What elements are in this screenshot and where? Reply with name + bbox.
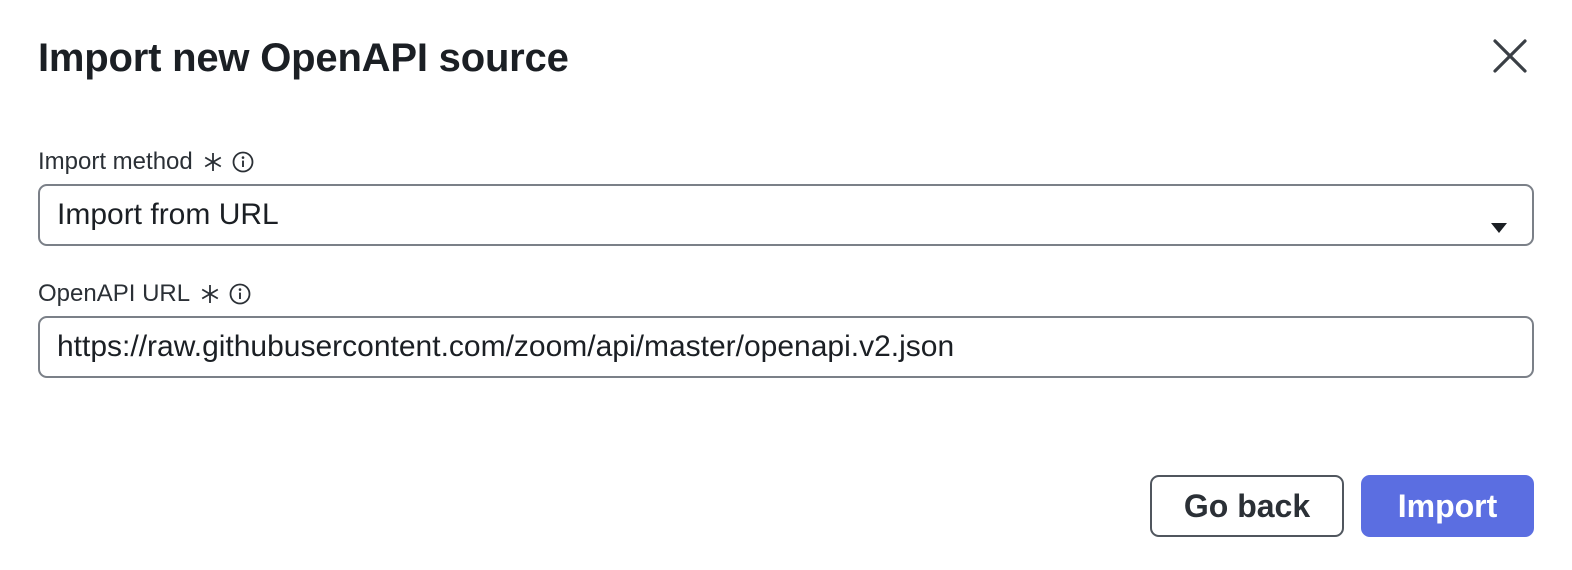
import-method-label: Import method — [38, 148, 193, 175]
close-button[interactable] — [1488, 36, 1532, 80]
info-icon[interactable] — [229, 283, 251, 305]
openapi-url-label: OpenAPI URL — [38, 280, 191, 307]
import-method-select[interactable]: Import from URL — [38, 184, 1534, 246]
go-back-button[interactable]: Go back — [1150, 475, 1344, 537]
caret-down-icon — [1490, 208, 1508, 242]
import-method-label-row: Import method — [38, 147, 254, 177]
openapi-url-input[interactable] — [38, 316, 1534, 378]
info-icon[interactable] — [232, 151, 254, 173]
asterisk-icon — [200, 284, 220, 304]
import-button[interactable]: Import — [1361, 475, 1534, 537]
asterisk-icon — [203, 152, 223, 172]
dialog-title: Import new OpenAPI source — [38, 36, 569, 80]
import-openapi-dialog: Import new OpenAPI source Import method — [0, 0, 1572, 570]
openapi-url-label-row: OpenAPI URL — [38, 279, 251, 309]
import-method-selected-value: Import from URL — [57, 198, 279, 231]
close-icon — [1492, 38, 1528, 79]
